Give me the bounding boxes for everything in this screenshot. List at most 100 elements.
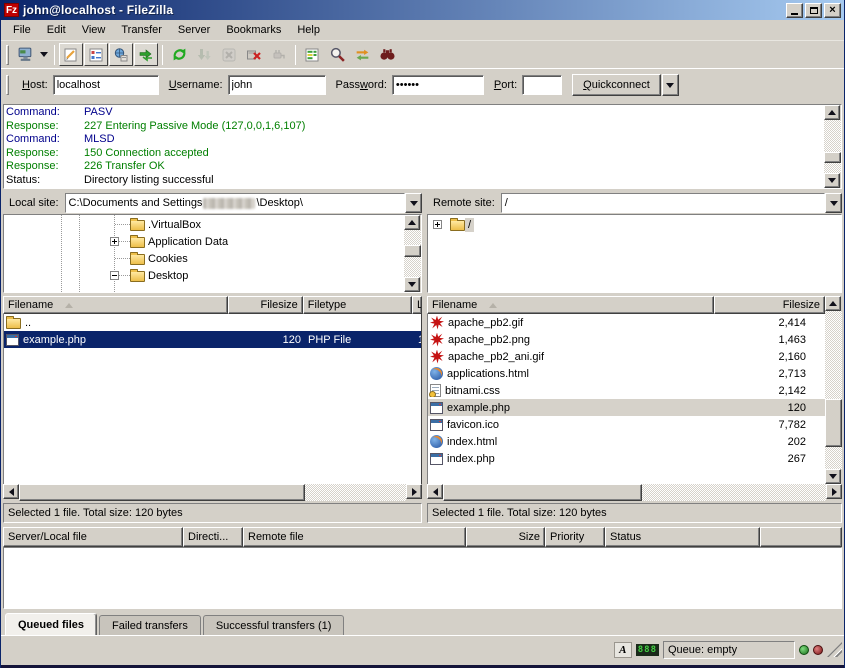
column-header-remote-file[interactable]: Remote file	[243, 527, 466, 547]
password-input[interactable]	[392, 75, 484, 95]
scrollbar-thumb[interactable]	[19, 484, 305, 501]
local-path-dropdown-button[interactable]	[405, 193, 422, 213]
port-input[interactable]	[522, 75, 562, 95]
file-row-selected[interactable]: example.php 120	[428, 399, 825, 416]
disconnect-button[interactable]	[242, 43, 266, 66]
scrollbar-thumb[interactable]	[824, 152, 841, 164]
queue-list[interactable]	[3, 547, 842, 609]
folder-icon	[450, 220, 465, 231]
scrollbar-thumb[interactable]	[825, 399, 842, 446]
password-label: Password:	[336, 79, 387, 91]
file-row[interactable]: ..	[4, 314, 421, 331]
scroll-left-button[interactable]	[427, 484, 443, 499]
tree-item[interactable]: /	[428, 216, 841, 233]
cancel-operation-button[interactable]	[217, 43, 241, 66]
column-header-filename[interactable]: Filename	[3, 296, 228, 314]
file-row[interactable]: apache_pb2.png 1,463	[428, 331, 825, 348]
toggle-transfer-queue-button[interactable]	[134, 43, 158, 66]
site-manager-dropdown-button[interactable]	[38, 43, 50, 66]
tree-item[interactable]: Cookies	[4, 250, 404, 267]
remote-horizontal-scrollbar[interactable]	[427, 484, 842, 501]
file-row[interactable]: index.html 202	[428, 433, 825, 450]
log-scrollbar[interactable]	[824, 105, 841, 188]
remote-path-dropdown-button[interactable]	[825, 193, 842, 213]
close-button[interactable]: ×	[824, 3, 841, 18]
scroll-down-button[interactable]	[824, 173, 840, 188]
menu-file[interactable]: File	[5, 22, 39, 38]
column-header-priority[interactable]: Priority	[545, 527, 605, 547]
menu-bookmarks[interactable]: Bookmarks	[218, 22, 289, 38]
directory-comparison-button[interactable]	[300, 43, 324, 66]
minimize-button[interactable]	[786, 3, 803, 18]
quickconnect-dropdown-button[interactable]	[662, 74, 679, 96]
synchronized-browsing-button[interactable]	[350, 43, 374, 66]
column-header-status[interactable]: Status	[605, 527, 760, 547]
menu-server[interactable]: Server	[170, 22, 218, 38]
file-row[interactable]: applications.html 2,713	[428, 365, 825, 382]
column-header-filesize[interactable]: Filesize	[228, 296, 302, 314]
column-header-filetype[interactable]: Filetype	[303, 296, 412, 314]
log-label: Command:	[6, 133, 84, 147]
menu-help[interactable]: Help	[289, 22, 328, 38]
local-path-combo[interactable]: C:\Documents and Settings\Desktop\	[65, 193, 405, 213]
find-files-button[interactable]	[325, 43, 349, 66]
scroll-up-button[interactable]	[404, 215, 420, 230]
quickconnect-button[interactable]: Quickconnect	[572, 74, 661, 96]
expand-icon[interactable]	[433, 220, 442, 229]
username-input[interactable]	[228, 75, 326, 95]
site-manager-button[interactable]	[13, 43, 37, 66]
file-row-selected[interactable]: example.php 120 PHP File 1	[4, 331, 421, 348]
remote-path-combo[interactable]: /	[501, 193, 825, 213]
column-header-direction[interactable]: Directi...	[183, 527, 243, 547]
toggle-message-log-button[interactable]	[59, 43, 83, 66]
menu-view[interactable]: View	[74, 22, 114, 38]
log-label: Command:	[6, 106, 84, 120]
scroll-down-button[interactable]	[825, 469, 841, 484]
resize-grip[interactable]	[827, 642, 842, 657]
tab-queued-files[interactable]: Queued files	[5, 613, 97, 635]
column-header-lastmodified[interactable]: L	[412, 296, 422, 314]
remote-status-text: Selected 1 file. Total size: 120 bytes	[432, 507, 607, 519]
local-pane: Local site: C:\Documents and Settings\De…	[3, 193, 422, 523]
column-header-local-file[interactable]: Server/Local file	[3, 527, 183, 547]
maximize-button[interactable]	[805, 3, 822, 18]
toggle-remote-tree-button[interactable]	[109, 43, 133, 66]
scroll-up-button[interactable]	[824, 105, 840, 120]
local-horizontal-scrollbar[interactable]	[3, 484, 422, 501]
tree-item[interactable]: Application Data	[4, 233, 404, 250]
file-row[interactable]: apache_pb2_ani.gif 2,160	[428, 348, 825, 365]
remote-list-scrollbar[interactable]	[825, 296, 842, 484]
file-row[interactable]: apache_pb2.gif 2,414	[428, 314, 825, 331]
tree-item[interactable]: .VirtualBox	[4, 216, 404, 233]
menu-edit[interactable]: Edit	[39, 22, 74, 38]
toggle-local-tree-button[interactable]	[84, 43, 108, 66]
scroll-left-button[interactable]	[3, 484, 19, 499]
scroll-right-button[interactable]	[826, 484, 842, 499]
file-row[interactable]: favicon.ico 7,782	[428, 416, 825, 433]
process-queue-icon	[196, 47, 212, 63]
column-header-filesize[interactable]: Filesize	[714, 296, 825, 314]
collapse-icon[interactable]	[110, 271, 119, 280]
scrollbar-thumb[interactable]	[443, 484, 642, 501]
tree-item[interactable]: Desktop	[4, 267, 404, 284]
process-queue-button[interactable]	[192, 43, 216, 66]
tab-successful-transfers[interactable]: Successful transfers (1)	[203, 615, 345, 635]
refresh-button[interactable]	[167, 43, 191, 66]
local-tree-scrollbar[interactable]	[404, 215, 421, 292]
reconnect-button[interactable]	[267, 43, 291, 66]
scroll-up-button[interactable]	[825, 296, 841, 311]
tree-item-label: Application Data	[145, 235, 231, 249]
tab-failed-transfers[interactable]: Failed transfers	[99, 615, 201, 635]
scroll-down-button[interactable]	[404, 277, 420, 292]
host-input[interactable]	[53, 75, 159, 95]
green-led-icon	[799, 645, 809, 655]
filter-button[interactable]	[375, 43, 399, 66]
column-header-filename[interactable]: Filename	[427, 296, 714, 314]
expand-icon[interactable]	[110, 237, 119, 246]
menu-transfer[interactable]: Transfer	[113, 22, 170, 38]
file-row[interactable]: bitnami.css 2,142	[428, 382, 825, 399]
file-row[interactable]: index.php 267	[428, 450, 825, 467]
scrollbar-thumb[interactable]	[404, 245, 421, 257]
scroll-right-button[interactable]	[406, 484, 422, 499]
column-header-size[interactable]: Size	[466, 527, 545, 547]
